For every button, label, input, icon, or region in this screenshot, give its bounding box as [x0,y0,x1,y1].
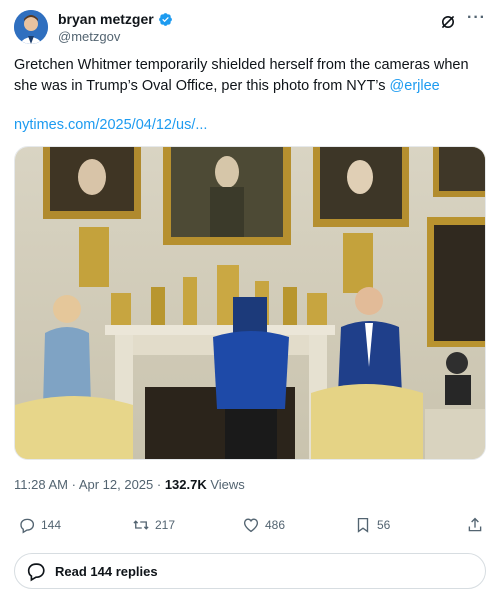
mention-link[interactable]: @erjlee [390,78,440,94]
views-label: Views [206,477,245,492]
bookmark-count: 56 [377,518,391,532]
author-name-row: bryan metzger [58,11,173,27]
avatar[interactable] [14,10,48,44]
retweet-count: 217 [155,518,176,532]
tweet-header: bryan metzger @metzgov ··· [14,10,486,46]
views-count: 132.7K [164,477,207,492]
grok-icon[interactable] [440,14,456,30]
verified-badge-icon [158,12,172,26]
tweet-meta: 11:28 AM · Apr 12, 2025 · 132.7K Views [14,477,245,492]
tweet-date[interactable]: Apr 12, 2025 [79,477,153,492]
reply-icon [20,518,35,534]
bookmark-button[interactable]: 56 [354,516,390,534]
article-link[interactable]: nytimes.com/2025/04/12/us/... [14,117,207,133]
bookmark-icon [357,517,369,533]
like-count: 486 [265,518,286,532]
reply-count: 144 [41,518,62,532]
more-options-icon[interactable]: ··· [467,10,486,26]
action-bar: 144 217 486 56 [14,516,486,536]
retweet-icon [133,520,149,530]
reply-button[interactable]: 144 [18,516,61,534]
reply-bubble-icon [27,563,45,582]
oval-office-photo [15,147,485,459]
tweet-photo[interactable] [14,146,486,460]
like-button[interactable]: 486 [242,516,285,534]
author-display-name[interactable]: bryan metzger [58,11,154,27]
author-handle[interactable]: @metzgov [58,29,120,44]
meta-separator: · [153,477,165,492]
share-icon [468,517,482,532]
tweet-text: Gretchen Whitmer temporarily shielded he… [14,55,486,97]
share-button[interactable] [466,516,484,534]
meta-separator: · [67,477,79,492]
tweet-time[interactable]: 11:28 AM [14,477,68,492]
retweet-button[interactable]: 217 [132,516,175,534]
avatar-image [14,10,48,44]
read-replies-label: Read 144 replies [55,563,158,579]
read-replies-button[interactable]: Read 144 replies [14,553,486,589]
heart-icon [243,518,259,533]
